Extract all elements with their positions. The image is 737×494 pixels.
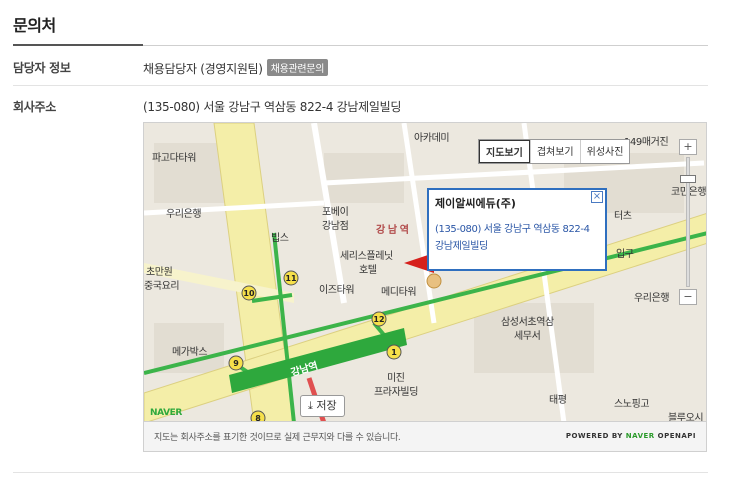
zoom-control: + − [678,139,698,307]
tab-map-view[interactable]: 지도보기 [479,140,530,163]
map-label: 이즈타워 [319,283,354,296]
map-label: 메디타워 [381,285,416,298]
map-label: 터츠 [614,210,632,222]
map-label: 파고다타워 [152,151,196,164]
powered-prefix: POWERED BY [565,432,623,440]
powered-by: POWERED BY NAVER OPENAPI [566,432,696,440]
exit-number: 12 [373,315,384,324]
map-canvas[interactable]: 10 11 12 1 9 8 파고다타워 우리은행 초만원 중국요리 메가박스 … [144,123,707,422]
map-label: 호텔 [359,264,377,276]
address-value: (135-080) 서울 강남구 역삼동 822-4 강남제일빌딩 [143,100,402,114]
zoom-slider-handle[interactable] [680,175,696,183]
map-label: 메가박스 [172,346,207,358]
exit-number: 11 [285,274,297,283]
powered-suffix: OPENAPI [657,432,696,440]
map-label: 세리스플레닛 [340,250,393,262]
map-label: 우리은행 [166,208,201,220]
map-label: 세무서 [514,330,540,342]
map-footer: 지도는 회사주소를 표기한 것이므로 실제 근무지와 다를 수 있습니다. PO… [143,422,707,452]
map-label: 스노핑고 [614,398,649,410]
map-label: 빕스 [271,232,289,244]
map-label: 강남점 [322,220,348,232]
map-disclaimer: 지도는 회사주소를 표기한 것이므로 실제 근무지와 다를 수 있습니다. [154,433,401,443]
download-icon: ⤓ [308,399,313,412]
map-label: 149매거진 [624,136,668,148]
naver-map-logo: NAVER [150,408,182,418]
page-title: 문의처 [13,16,56,35]
exit-number: 10 [243,289,255,298]
contact-value-wrap: 채용담당자 (경영지원팀) 채용관련문의 [143,59,329,77]
exit-number: 9 [233,359,239,368]
save-button[interactable]: ⤓ 저장 [300,395,345,417]
zoom-out-button[interactable]: − [679,289,697,305]
map-view[interactable]: 10 11 12 1 9 8 파고다타워 우리은행 초만원 중국요리 메가박스 … [143,122,707,422]
title-underline [13,44,143,46]
row-divider [13,85,708,86]
info-company-name: 제이알씨에듀(주) [435,197,516,210]
inquiry-badge[interactable]: 채용관련문의 [266,59,329,76]
contact-value: 채용담당자 (경영지원팀) [143,62,263,76]
map-label: 강 남 역 [376,223,409,236]
exit-number: 1 [391,348,397,357]
map-label: 블루오시 [668,412,703,422]
zoom-in-button[interactable]: + [679,139,697,155]
address-label: 회사주소 [13,100,56,114]
tab-hybrid-view[interactable]: 겹쳐보기 [529,140,580,163]
close-icon[interactable]: × [591,191,603,203]
tab-satellite-view[interactable]: 위성사진 [579,140,630,163]
map-label: 중국요리 [144,280,179,292]
exit-number: 8 [255,414,261,422]
contact-label: 담당자 정보 [13,61,71,75]
map-label: 태평 [549,394,567,406]
bottom-divider [13,472,708,473]
map-label: 입구 [616,247,634,260]
title-divider [143,45,708,46]
powered-brand: NAVER [625,432,655,440]
map-label: 삼성서초역삼 [501,316,554,328]
map-label: 미진 [387,372,405,384]
map-label: 프라자빌딩 [374,386,418,398]
location-info-window: 제이알씨에듀(주) (135-080) 서울 강남구 역삼동 822-4 강남제… [427,188,607,271]
map-label: 우리은행 [634,292,669,304]
map-label: 포베이 [322,206,348,218]
map-type-tabs: 지도보기 겹쳐보기 위성사진 [478,139,631,164]
save-label: 저장 [316,399,337,412]
info-address: (135-080) 서울 강남구 역삼동 822-4 강남제일빌딩 [435,224,590,252]
map-label: 초만원 [146,266,173,278]
map-label: 아카데미 [414,132,449,144]
